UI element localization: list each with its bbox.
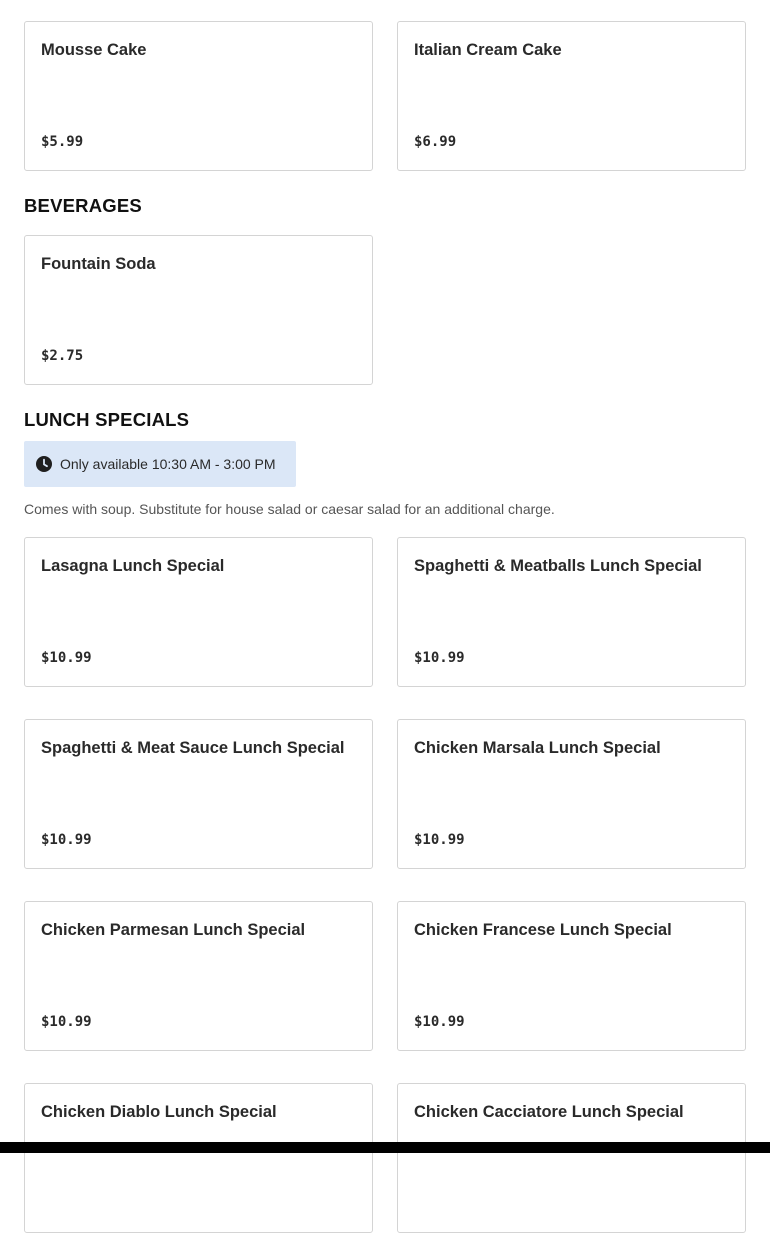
menu-item-name: Italian Cream Cake (414, 41, 562, 59)
menu-item-price: $2.75 (41, 348, 84, 364)
menu-item-name: Chicken Francese Lunch Special (414, 921, 672, 939)
menu-item-card[interactable]: Mousse Cake $5.99 (24, 21, 373, 171)
menu-item-card[interactable]: Spaghetti & Meatballs Lunch Special $10.… (397, 537, 746, 687)
menu-item-name: Fountain Soda (41, 255, 156, 273)
section-title-lunch-specials: LUNCH SPECIALS (24, 409, 190, 430)
menu-item-name: Lasagna Lunch Special (41, 557, 225, 575)
menu-item-price: $10.99 (414, 650, 465, 666)
menu-item-name: Spaghetti & Meat Sauce Lunch Special (41, 739, 345, 757)
menu-item-card[interactable]: Chicken Marsala Lunch Special $10.99 (397, 719, 746, 869)
menu-item-price: $10.99 (414, 1014, 465, 1030)
availability-text: Only available 10:30 AM - 3:00 PM (60, 456, 276, 472)
menu-item-card[interactable]: Chicken Diablo Lunch Special (24, 1083, 373, 1233)
clock-icon (36, 456, 52, 472)
menu-item-name: Chicken Cacciatore Lunch Special (414, 1103, 684, 1121)
menu-item-price: $5.99 (41, 134, 84, 150)
menu-item-price: $10.99 (414, 832, 465, 848)
menu-item-name: Chicken Marsala Lunch Special (414, 739, 661, 757)
availability-badge: Only available 10:30 AM - 3:00 PM (24, 441, 296, 487)
menu-item-card[interactable]: Lasagna Lunch Special $10.99 (24, 537, 373, 687)
menu-item-price: $10.99 (41, 650, 92, 666)
bottom-bar (0, 1142, 770, 1153)
section-title-beverages: BEVERAGES (24, 195, 142, 216)
menu-item-card[interactable]: Spaghetti & Meat Sauce Lunch Special $10… (24, 719, 373, 869)
menu-item-card[interactable]: Fountain Soda $2.75 (24, 235, 373, 385)
menu-item-card[interactable]: Chicken Parmesan Lunch Special $10.99 (24, 901, 373, 1051)
menu-item-card[interactable]: Chicken Francese Lunch Special $10.99 (397, 901, 746, 1051)
menu-item-name: Spaghetti & Meatballs Lunch Special (414, 557, 702, 575)
menu-item-price: $10.99 (41, 1014, 92, 1030)
menu-item-name: Mousse Cake (41, 41, 147, 59)
section-description: Comes with soup. Substitute for house sa… (24, 501, 555, 517)
menu-item-name: Chicken Diablo Lunch Special (41, 1103, 277, 1121)
menu-item-name: Chicken Parmesan Lunch Special (41, 921, 306, 939)
menu-item-card[interactable]: Chicken Cacciatore Lunch Special (397, 1083, 746, 1233)
menu-item-card[interactable]: Italian Cream Cake $6.99 (397, 21, 746, 171)
menu-item-price: $6.99 (414, 134, 457, 150)
menu-item-price: $10.99 (41, 832, 92, 848)
